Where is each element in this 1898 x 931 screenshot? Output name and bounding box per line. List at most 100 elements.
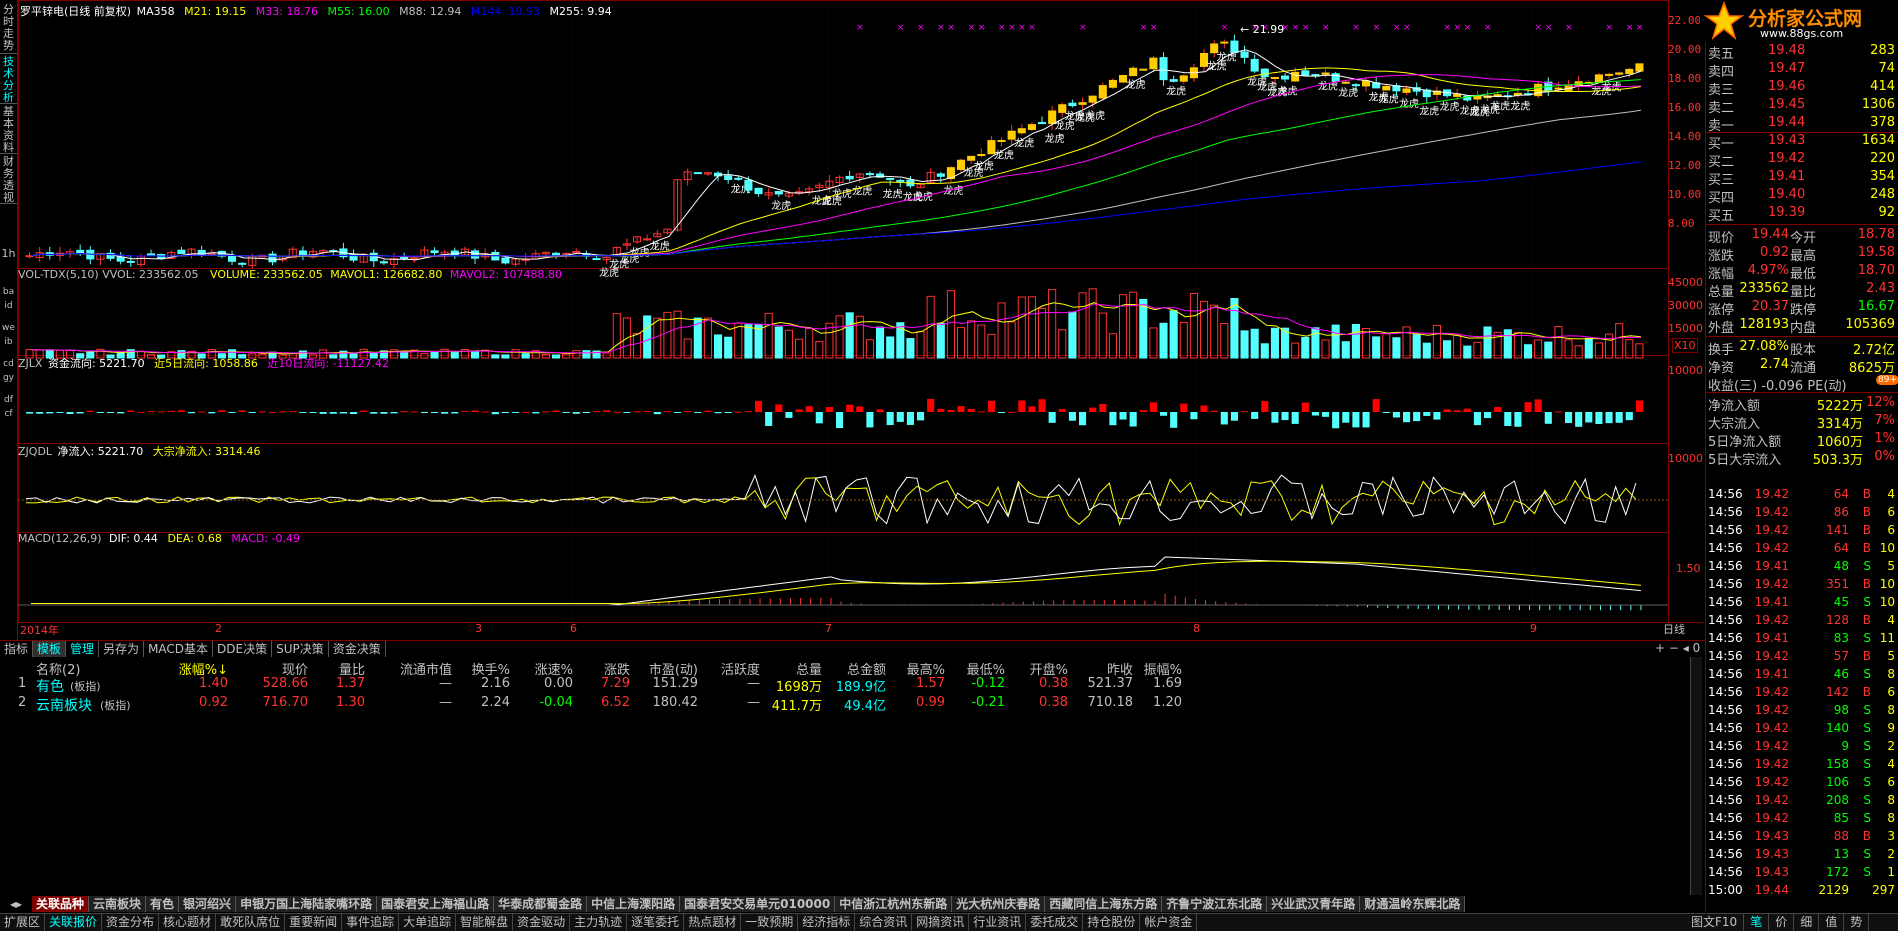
group-tab[interactable]: 银河绍兴 [179, 896, 237, 912]
side-label-ib: ib [4, 337, 13, 347]
status-tab[interactable]: 一致预期 [741, 914, 799, 931]
tick-row: 14:56 19.42 98 S 8 [1706, 702, 1898, 720]
tab-scroll-arrows[interactable]: ◂▸ [0, 897, 32, 911]
tick-price: 19.42 [1754, 721, 1789, 735]
status-tab[interactable]: 智能解盘 [456, 914, 514, 931]
view-switch-tab[interactable]: 细 [1794, 914, 1820, 931]
volume-bar [886, 336, 895, 359]
status-tab[interactable]: 热点题材 [684, 914, 742, 931]
view-switch-tab[interactable]: 价 [1769, 914, 1795, 931]
group-tab[interactable]: 中信浙江杭州东新路 [835, 896, 953, 912]
view-switch-tab[interactable]: 图文F10 [1685, 914, 1745, 931]
tab-save-as[interactable]: 另存为 [99, 641, 145, 657]
tick-count: 6 [1887, 505, 1895, 519]
group-tab[interactable]: 华泰成都蜀金路 [494, 896, 588, 912]
flow-bar [1048, 412, 1056, 423]
status-tab[interactable]: 帐户资金 [1140, 914, 1198, 931]
tab-macd-basic[interactable]: MACD基本 [144, 641, 214, 657]
group-tab[interactable]: 国泰君安交易单元010000 [680, 896, 836, 912]
candle-body [430, 250, 439, 254]
status-tab[interactable]: 网摘资讯 [912, 914, 970, 931]
group-tab[interactable]: 国泰君安上海福山路 [377, 896, 495, 912]
tab-dde[interactable]: DDE决策 [213, 641, 273, 657]
flow-bar [319, 412, 327, 414]
price-tick: 14.00 [1668, 130, 1702, 143]
tab-indicator[interactable]: 指标 [0, 641, 34, 657]
tab-manage[interactable]: 管理 [66, 641, 100, 657]
quote-stat-row: 总量 233562 量比 2.43 [1706, 280, 1898, 300]
tick-side: S [1863, 631, 1871, 645]
tab-financials[interactable]: 财务透视 [0, 156, 17, 204]
status-tab[interactable]: 资金驱动 [513, 914, 571, 931]
tab-technical[interactable]: 技术分析 [0, 56, 17, 104]
tick-count: 8 [1887, 793, 1895, 807]
period-selector[interactable]: 日线 [1663, 621, 1685, 637]
bid-row: 买三 19.41 354 [1706, 168, 1898, 188]
logo-star-icon [1704, 1, 1744, 41]
status-tab[interactable]: 综合资讯 [855, 914, 913, 931]
tick-side: S [1863, 793, 1871, 807]
flow-bar [248, 412, 256, 413]
tick-time: 14:56 [1708, 829, 1743, 843]
flow-bar [1625, 412, 1633, 421]
volume-bar [582, 350, 591, 359]
tab-intraday[interactable]: 分时走势 [0, 4, 17, 54]
status-tab[interactable]: 主力轨迹 [570, 914, 628, 931]
view-switch-tab[interactable]: 笔 [1744, 914, 1770, 931]
status-tab[interactable]: 持仓股份 [1083, 914, 1141, 931]
group-tab[interactable]: 西藏同信上海东方路 [1045, 896, 1163, 912]
tick-count: 2 [1887, 739, 1895, 753]
table-cell: 1.30 [336, 695, 365, 710]
flow-bar [481, 411, 489, 413]
table-row[interactable]: 2 云南板块 (板指) 0.92 716.70 1.30—2.24 -0.04 6.52 180… [0, 694, 1690, 715]
tab-fund[interactable]: 资金决策 [329, 641, 386, 657]
sector-name[interactable]: 云南板块 [36, 695, 92, 715]
status-tab[interactable]: 重要新闻 [285, 914, 343, 931]
tab-related-products[interactable]: 关联品种 [32, 896, 90, 912]
sector-name[interactable]: 有色 [36, 676, 64, 696]
tab-fundamentals[interactable]: 基本资料 [0, 106, 17, 154]
group-tab[interactable]: 有色 [146, 896, 180, 912]
volume-bar [1402, 326, 1411, 359]
group-tab[interactable]: 财通温岭东辉北路 [1360, 896, 1466, 912]
volume-bar [1088, 288, 1097, 359]
tick-price: 19.42 [1754, 613, 1789, 627]
tick-volume: 86 [1833, 505, 1849, 519]
table-scrollbar[interactable] [1690, 657, 1702, 895]
volume-bar [1270, 327, 1279, 359]
zoom-controls[interactable]: + − ◂ 0 [1655, 641, 1700, 655]
view-switch-tab[interactable]: 值 [1819, 914, 1845, 931]
group-tab[interactable]: 齐鲁宁波江东北路 [1162, 896, 1268, 912]
candle-body [400, 256, 409, 260]
status-tab[interactable]: 经济指标 [798, 914, 856, 931]
status-tab[interactable]: 事件追踪 [342, 914, 400, 931]
status-tab[interactable]: 逐笔委托 [627, 914, 685, 931]
tab-sup[interactable]: SUP决策 [272, 641, 329, 657]
status-tab[interactable]: 行业资讯 [969, 914, 1027, 931]
candle-body [1250, 58, 1259, 72]
status-tab[interactable]: 敢死队席位 [216, 914, 286, 931]
group-tab[interactable]: 云南板块 [89, 896, 147, 912]
group-tab[interactable]: 申银万国上海陆家嘴环路 [236, 896, 378, 912]
flow-bar [572, 412, 580, 414]
status-tab[interactable]: 资金分布 [102, 914, 160, 931]
view-switch-tab[interactable]: 势 [1844, 914, 1870, 931]
longhu-tag: 龙虎 [1419, 105, 1439, 118]
tick-volume: 9 [1841, 739, 1849, 753]
status-tab[interactable]: 大单追踪 [399, 914, 457, 931]
status-tab[interactable]: 扩展区 [0, 914, 46, 931]
flow-bar [1494, 407, 1502, 412]
table-row[interactable]: 1 有色 (板指) 1.40 528.66 1.37—2.16 0.00 7.29 151.29… [0, 675, 1690, 696]
tick-time: 14:56 [1708, 577, 1743, 591]
flow-bar [734, 411, 742, 413]
time-month: 6 [570, 622, 577, 635]
tab-template[interactable]: 模板 [33, 641, 67, 657]
status-tab[interactable]: 委托成交 [1026, 914, 1084, 931]
group-tab[interactable]: 中信上海溧阳路 [587, 896, 681, 912]
group-tab[interactable]: 兴业武汉青年路 [1267, 896, 1361, 912]
group-tab[interactable]: 光大杭州庆春路 [952, 896, 1046, 912]
signal-marker: × [1150, 23, 1158, 33]
status-tab[interactable]: 核心题材 [159, 914, 217, 931]
candle-body [1230, 40, 1239, 54]
status-tab[interactable]: 关联报价 [45, 914, 103, 931]
